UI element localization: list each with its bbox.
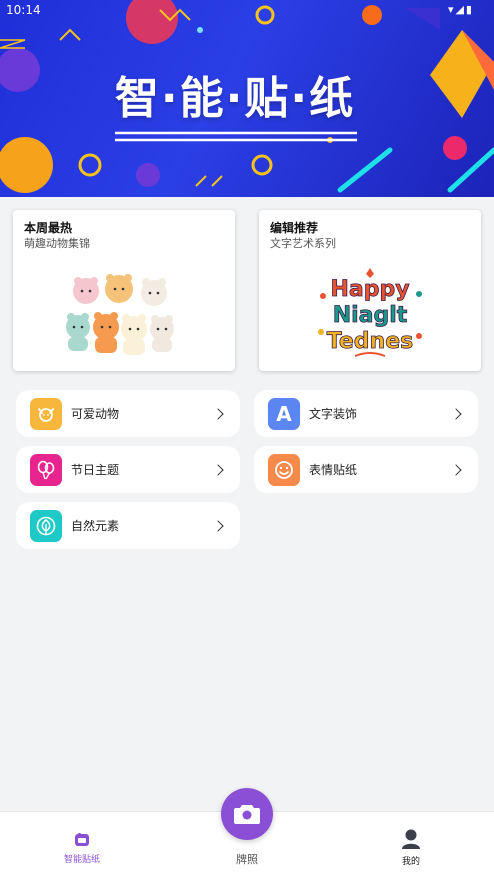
chevron-right-icon: [212, 463, 224, 476]
category-nature-elements[interactable]: 自然元素: [16, 502, 240, 549]
category-emoji-stickers[interactable]: 表情贴纸: [254, 446, 478, 493]
featured-card-editor-pick[interactable]: 编辑推荐 文字艺术系列 Happy Niaglt Tednes: [259, 210, 481, 371]
camera-button[interactable]: [221, 788, 273, 840]
chevron-right-icon: [212, 407, 224, 420]
card-subtitle: 萌趣动物集锦: [24, 237, 90, 250]
chevron-right-icon: [450, 407, 462, 420]
camera-label: 牌照: [236, 853, 258, 866]
nav-label: 我的: [401, 857, 420, 867]
cute-animals-image: [13, 262, 235, 366]
nav-smart-sticker[interactable]: 智能贴纸: [52, 832, 112, 865]
chevron-right-icon: [450, 463, 462, 476]
camera-icon: [234, 805, 260, 824]
nav-profile[interactable]: 我的: [381, 828, 441, 867]
status-icons: ▾◢▮: [447, 3, 474, 16]
person-icon: [402, 829, 420, 849]
category-text-decoration[interactable]: A 文字装饰: [254, 390, 478, 437]
category-label: 节日主题: [71, 463, 120, 477]
letter-a-icon: A: [268, 397, 300, 430]
art-word-1: Happy: [330, 277, 409, 302]
hero-banner[interactable]: 10:14 ▾◢▮ 智·能·贴·纸: [0, 0, 494, 197]
card-subtitle: 文字艺术系列: [270, 237, 336, 250]
category-label: 文字装饰: [309, 407, 358, 421]
category-cute-animals[interactable]: 可爱动物: [16, 390, 240, 437]
category-holiday-theme[interactable]: 节日主题: [16, 446, 240, 493]
chevron-right-icon: [212, 519, 224, 532]
category-label: 表情贴纸: [309, 463, 358, 477]
featured-card-weekly-hot[interactable]: 本周最热 萌趣动物集锦: [13, 210, 235, 371]
dog-face-icon: [30, 397, 62, 430]
card-title: 编辑推荐: [270, 221, 319, 235]
art-word-3: Tednes: [327, 329, 413, 354]
status-time: 10:14: [6, 3, 41, 17]
nav-label: 智能贴纸: [63, 855, 100, 865]
category-label: 自然元素: [71, 519, 120, 533]
text-art-image: Happy Niaglt Tednes: [259, 262, 481, 366]
leaf-icon: [30, 509, 62, 542]
smiley-icon: [268, 453, 300, 486]
art-word-2: Niaglt: [333, 303, 408, 328]
balloons-icon: [30, 453, 62, 486]
sticker-icon: [75, 833, 89, 846]
banner-title: 智·能·贴·纸: [114, 73, 356, 124]
card-title: 本周最热: [24, 221, 73, 235]
category-label: 可爱动物: [71, 407, 120, 421]
